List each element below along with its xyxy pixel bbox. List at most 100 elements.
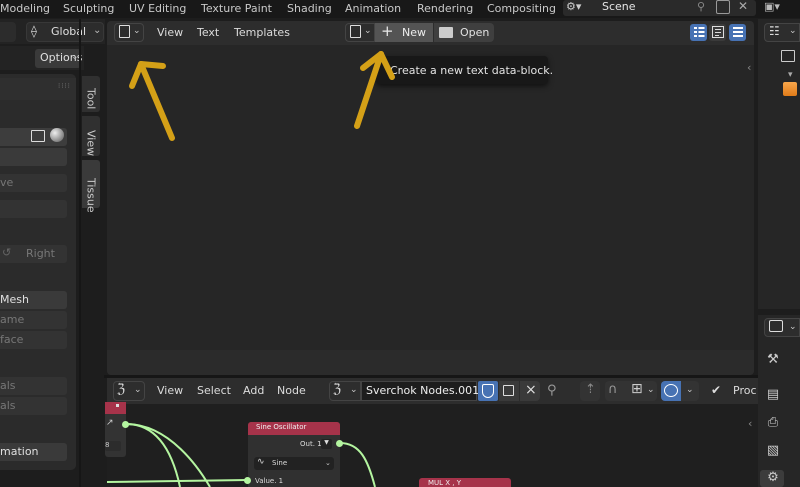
- chevron-down-icon: ⌄: [789, 26, 797, 36]
- process-label[interactable]: Proc: [733, 384, 757, 397]
- node-output-socket[interactable]: [336, 440, 343, 447]
- sidebar-expand-icon[interactable]: ‹: [748, 417, 752, 430]
- workspace-tab-texture-paint[interactable]: Texture Paint: [201, 2, 272, 15]
- menu-text[interactable]: Text: [197, 26, 219, 39]
- workspace-tab-uv-editing[interactable]: UV Editing: [129, 2, 186, 15]
- annotation-arrow-new-button: [354, 51, 395, 129]
- menu-view[interactable]: View: [157, 384, 183, 397]
- sidebar-field[interactable]: [0, 200, 67, 218]
- drag-handle-icon[interactable]: ⁞⁞⁞⁞: [58, 82, 71, 90]
- workspace-tab-compositing[interactable]: Compositing: [487, 2, 556, 15]
- text-editor-icon: [119, 25, 130, 38]
- sidebar-field-label: Mesh: [0, 293, 29, 306]
- outliner-area: [758, 19, 800, 309]
- node-output-label: Out. 1: [300, 440, 322, 448]
- sidebar-expand-icon[interactable]: ‹: [747, 61, 751, 74]
- sidebar-field-label: Right: [26, 247, 55, 260]
- node-title: MUL X , Y: [428, 479, 462, 487]
- workspace-tab-modeling[interactable]: Modeling: [0, 2, 50, 15]
- output-properties-icon[interactable]: ⎙: [763, 415, 783, 435]
- line-numbers-icon: [694, 27, 705, 37]
- magnet-icon: ∩: [608, 382, 618, 397]
- node-output-socket[interactable]: [122, 421, 129, 428]
- sidebar-field-label: face: [0, 333, 24, 346]
- datablock-browse-icon[interactable]: [31, 130, 45, 142]
- oscillator-mode-label: Sine: [272, 459, 288, 467]
- collection-icon[interactable]: [781, 50, 795, 62]
- viewport-mode-button[interactable]: [0, 22, 16, 42]
- workspace-tab-sculpting[interactable]: Sculpting: [63, 2, 114, 15]
- overlays-icon: [664, 384, 678, 397]
- transform-orientation-icon: ⟠: [31, 24, 37, 38]
- node-tree-name: Sverchok Nodes.001: [366, 384, 480, 397]
- pin-icon[interactable]: ⚲: [697, 0, 705, 13]
- workspace-tab-shading[interactable]: Shading: [287, 2, 332, 15]
- node-value: 8: [105, 441, 110, 449]
- tab-label: View: [84, 130, 98, 157]
- tab-tool[interactable]: Tool: [82, 76, 100, 112]
- grid-snap-icon: ⊞: [631, 381, 643, 397]
- plus-icon: +: [381, 22, 394, 40]
- text-editor-area[interactable]: [107, 45, 754, 350]
- arrow-icon: ↗: [106, 418, 114, 428]
- render-properties-icon[interactable]: ▤: [763, 387, 783, 407]
- chevron-down-icon: ⌄: [133, 26, 141, 36]
- syntax-highlight-icon: [733, 27, 743, 37]
- new-text-label: New: [402, 26, 426, 39]
- menu-add[interactable]: Add: [243, 384, 264, 397]
- material-icon[interactable]: [50, 128, 64, 142]
- pin-icon[interactable]: ⚲: [547, 383, 557, 398]
- sidebar-field[interactable]: [0, 148, 67, 166]
- close-icon: ×: [525, 382, 537, 398]
- tab-label: Tool: [84, 88, 98, 110]
- node-editor-canvas[interactable]: [107, 404, 758, 487]
- node-header-icon: [116, 404, 119, 407]
- text-editor-footer: [107, 350, 754, 375]
- sidebar-field-label: als: [0, 379, 16, 392]
- scene-icon[interactable]: ⚙▾: [566, 0, 596, 16]
- chevron-down-icon: ⌄: [325, 459, 331, 467]
- scene-properties-icon[interactable]: ⚙: [763, 470, 783, 487]
- sidebar-field-label: ve: [0, 176, 14, 189]
- node-input-label: Value. 1: [255, 477, 284, 485]
- menu-node[interactable]: Node: [277, 384, 306, 397]
- menu-select[interactable]: Select: [197, 384, 231, 397]
- tool-properties-icon[interactable]: ⚒: [763, 352, 783, 372]
- text-datablock-icon: [350, 25, 361, 38]
- oscillator-mode-select[interactable]: [254, 457, 334, 470]
- open-text-label: Open: [460, 26, 490, 39]
- duplicate-icon: [503, 385, 514, 396]
- chevron-down-icon: ⌄: [350, 385, 358, 395]
- chevron-down-icon: ⌄: [686, 385, 694, 395]
- scene-name[interactable]: Scene: [602, 0, 636, 13]
- folder-icon: [439, 27, 453, 38]
- outliner-icon: ☷: [769, 24, 780, 38]
- properties-icon: [769, 320, 783, 332]
- chevron-down-icon: ⌄: [364, 26, 372, 36]
- word-wrap-icon: [712, 26, 724, 38]
- sverchok-icon: ℨ: [333, 382, 342, 397]
- area-divider[interactable]: [79, 19, 81, 487]
- node-title: Sine Oscillator: [256, 423, 307, 431]
- workspace-tab-rendering[interactable]: Rendering: [417, 2, 473, 15]
- view-layer-icon[interactable]: ▣▾: [764, 0, 798, 16]
- node-input-socket[interactable]: [244, 477, 251, 484]
- annotation-arrow-editor-type: [129, 61, 175, 141]
- output-dropdown[interactable]: ▼: [321, 439, 332, 449]
- expand-arrow-icon[interactable]: ▾: [788, 70, 793, 80]
- checkmark-icon[interactable]: ✔: [711, 383, 721, 397]
- sverchok-icon: ℨ: [117, 382, 126, 397]
- redo-arrow-icon: ↺: [2, 246, 12, 259]
- tab-view[interactable]: View: [82, 116, 100, 156]
- object-icon[interactable]: [783, 82, 797, 96]
- workspace-tab-animation[interactable]: Animation: [345, 2, 401, 15]
- menu-view[interactable]: View: [157, 26, 183, 39]
- view-layer-properties-icon[interactable]: ▧: [763, 443, 783, 463]
- close-icon[interactable]: ✕: [738, 0, 748, 13]
- sidebar-field-label: ame: [0, 313, 25, 326]
- menu-templates[interactable]: Templates: [234, 26, 290, 39]
- tab-tissue[interactable]: Tissue: [82, 160, 100, 213]
- tooltip-text: Create a new text data-block.: [390, 64, 554, 77]
- chevron-down-icon: ⌄: [134, 385, 142, 395]
- duplicate-icon[interactable]: [716, 0, 730, 14]
